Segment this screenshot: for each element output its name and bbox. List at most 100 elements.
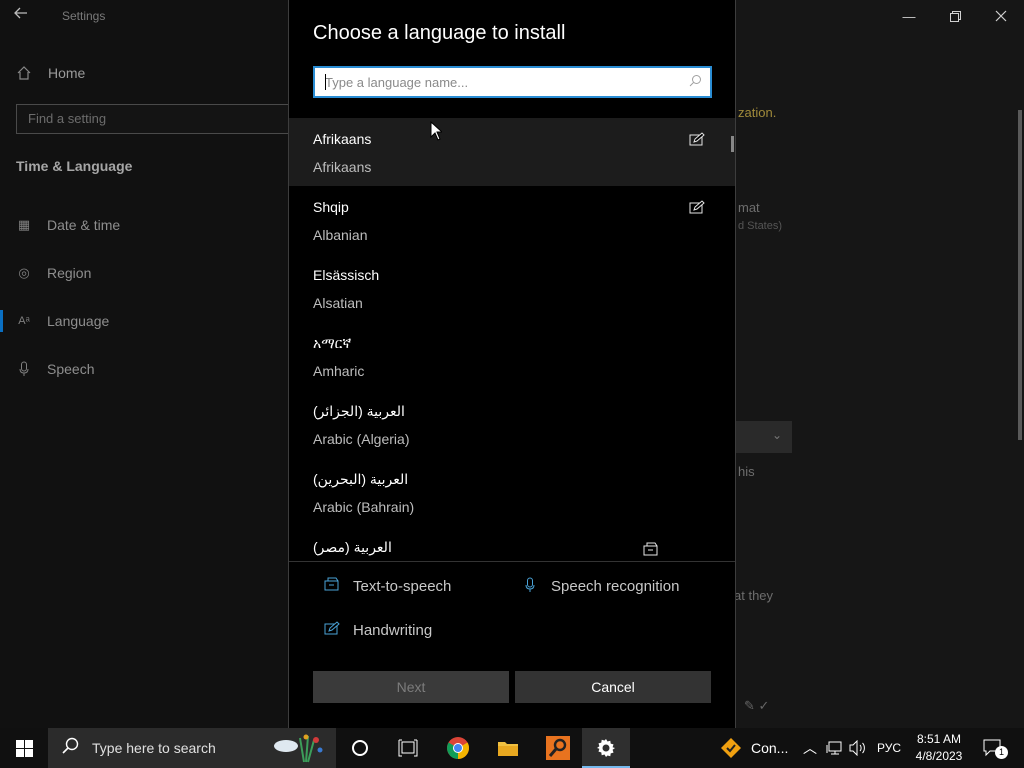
notification-count-badge: 1 xyxy=(995,746,1008,759)
list-item-albanian[interactable]: Shqip Albanian xyxy=(289,186,735,254)
find-setting-input[interactable]: Find a setting xyxy=(16,104,306,134)
settings-taskbar-button[interactable] xyxy=(582,728,630,768)
folder-icon xyxy=(498,742,518,756)
search-app-button[interactable] xyxy=(534,728,582,768)
volume-button[interactable] xyxy=(849,728,867,768)
taskbar-search-box[interactable]: Type here to search xyxy=(48,728,336,768)
main-scrollbar[interactable] xyxy=(1018,110,1022,440)
language-icon: Aᵃ xyxy=(18,315,30,327)
background-text: his xyxy=(738,464,755,479)
language-english-name: Alsatian xyxy=(313,295,363,311)
language-native-name: Elsässisch xyxy=(313,267,380,283)
next-button[interactable]: Next xyxy=(313,671,509,703)
settings-sidebar: Settings Home Find a setting Time & Lang… xyxy=(0,0,306,728)
calendar-clock-icon: ▦ xyxy=(17,217,31,232)
handwriting-icon xyxy=(323,621,341,639)
minimize-button[interactable]: — xyxy=(886,0,932,32)
sidebar-item-language[interactable]: Aᵃ Language xyxy=(16,310,109,332)
restore-icon xyxy=(949,10,961,22)
legend-label: Handwriting xyxy=(353,621,433,639)
handwriting-icon xyxy=(689,200,707,216)
search-highlight-illustration-icon xyxy=(274,734,323,763)
mouse-cursor-icon xyxy=(430,121,442,141)
sidebar-item-region[interactable]: ◎ Region xyxy=(16,262,91,284)
list-item-alsatian[interactable]: Elsässisch Alsatian xyxy=(289,254,735,322)
clock-date: 4/8/2023 xyxy=(915,749,963,763)
language-english-name: Amharic xyxy=(313,363,365,379)
list-scrollbar[interactable] xyxy=(731,136,734,152)
choose-language-dialog: Choose a language to install Afrikaans A… xyxy=(288,0,736,728)
input-language-indicator[interactable]: РУС xyxy=(877,728,901,768)
tray-app-item[interactable]: Con... xyxy=(720,728,788,768)
task-view-icon xyxy=(398,739,418,757)
language-english-name: Arabic (Bahrain) xyxy=(313,499,415,515)
legend-label: Text-to-speech xyxy=(353,577,452,595)
cortana-icon xyxy=(352,740,368,756)
app-title: Settings xyxy=(62,9,106,23)
network-icon xyxy=(826,741,842,755)
selected-indicator xyxy=(0,310,3,332)
back-button[interactable] xyxy=(14,6,34,26)
handwriting-icon xyxy=(689,132,707,148)
sidebar-item-speech[interactable]: Speech xyxy=(16,358,94,380)
action-center-button[interactable]: 1 xyxy=(982,728,1008,768)
tray-app-label: Con... xyxy=(751,740,789,756)
gear-icon xyxy=(597,739,615,757)
show-hidden-icons-button[interactable]: ︿ xyxy=(803,728,817,768)
legend-label: Speech recognition xyxy=(551,577,680,595)
task-view-button[interactable] xyxy=(384,728,432,768)
sidebar-item-label: Region xyxy=(47,265,92,281)
home-icon xyxy=(16,65,32,81)
text-caret xyxy=(325,74,326,90)
chevron-down-icon: ⌄ xyxy=(771,428,782,442)
language-native-name: العربية (مصر) xyxy=(313,539,392,555)
language-list[interactable]: Afrikaans Afrikaans Shqip Albanian Elsäs… xyxy=(289,118,735,560)
language-search-input[interactable] xyxy=(325,72,675,92)
language-native-name: العربية (البحرين) xyxy=(313,471,409,487)
close-icon xyxy=(995,10,1007,22)
legend-speech-recognition: Speech recognition xyxy=(521,575,679,597)
start-button[interactable] xyxy=(0,728,48,768)
section-title: Time & Language xyxy=(16,158,133,174)
back-arrow-icon xyxy=(14,7,27,19)
network-button[interactable] xyxy=(826,728,844,768)
background-text: mat xyxy=(738,200,760,215)
list-item-amharic[interactable]: አማርኛ Amharic xyxy=(289,322,735,390)
list-item-afrikaans[interactable]: Afrikaans Afrikaans xyxy=(289,118,735,186)
sidebar-item-date-time[interactable]: ▦ Date & time xyxy=(16,214,120,236)
file-explorer-button[interactable] xyxy=(484,728,532,768)
minimize-icon: — xyxy=(902,8,916,24)
globe-icon: ◎ xyxy=(18,265,30,280)
home-nav-item[interactable]: Home xyxy=(16,62,85,84)
cancel-button[interactable]: Cancel xyxy=(515,671,711,703)
chevron-up-icon: ︿ xyxy=(803,740,817,756)
magnifier-app-icon xyxy=(546,736,570,760)
dialog-title: Choose a language to install xyxy=(313,22,566,44)
list-item-arabic-bahrain[interactable]: العربية (البحرين) Arabic (Bahrain) xyxy=(289,458,735,526)
windows-logo-icon xyxy=(15,739,33,757)
language-native-name: አማርኛ xyxy=(313,335,352,351)
microphone-icon xyxy=(521,577,539,595)
clock-time: 8:51 AM xyxy=(916,732,962,746)
search-icon[interactable] xyxy=(689,74,702,90)
language-english-name: Arabic (Algeria) xyxy=(313,431,410,447)
list-item-arabic-egypt[interactable]: العربية (مصر) xyxy=(289,526,735,560)
background-text: at they xyxy=(734,588,774,603)
cortana-button[interactable] xyxy=(336,728,384,768)
close-window-button[interactable] xyxy=(978,0,1024,32)
text-to-speech-icon xyxy=(323,577,341,595)
speaker-icon xyxy=(849,740,865,756)
taskbar-clock[interactable]: 8:51 AM 4/8/2023 xyxy=(912,731,966,765)
chrome-icon xyxy=(447,737,469,759)
language-native-name: العربية (الجزائر) xyxy=(313,403,405,419)
restore-button[interactable] xyxy=(932,0,978,32)
sidebar-item-label: Language xyxy=(47,313,110,329)
background-text: zation. xyxy=(738,105,777,120)
chrome-taskbar-button[interactable] xyxy=(434,728,482,768)
language-search-box[interactable] xyxy=(313,66,712,98)
list-item-arabic-algeria[interactable]: العربية (الجزائر) Arabic (Algeria) xyxy=(289,390,735,458)
background-dropdown[interactable]: ⌄ xyxy=(736,421,792,453)
language-english-name: Afrikaans xyxy=(313,159,372,175)
search-icon xyxy=(62,737,80,759)
taskbar: Type here to search Con... ︿ РУС 8:51 AM… xyxy=(0,728,1024,768)
